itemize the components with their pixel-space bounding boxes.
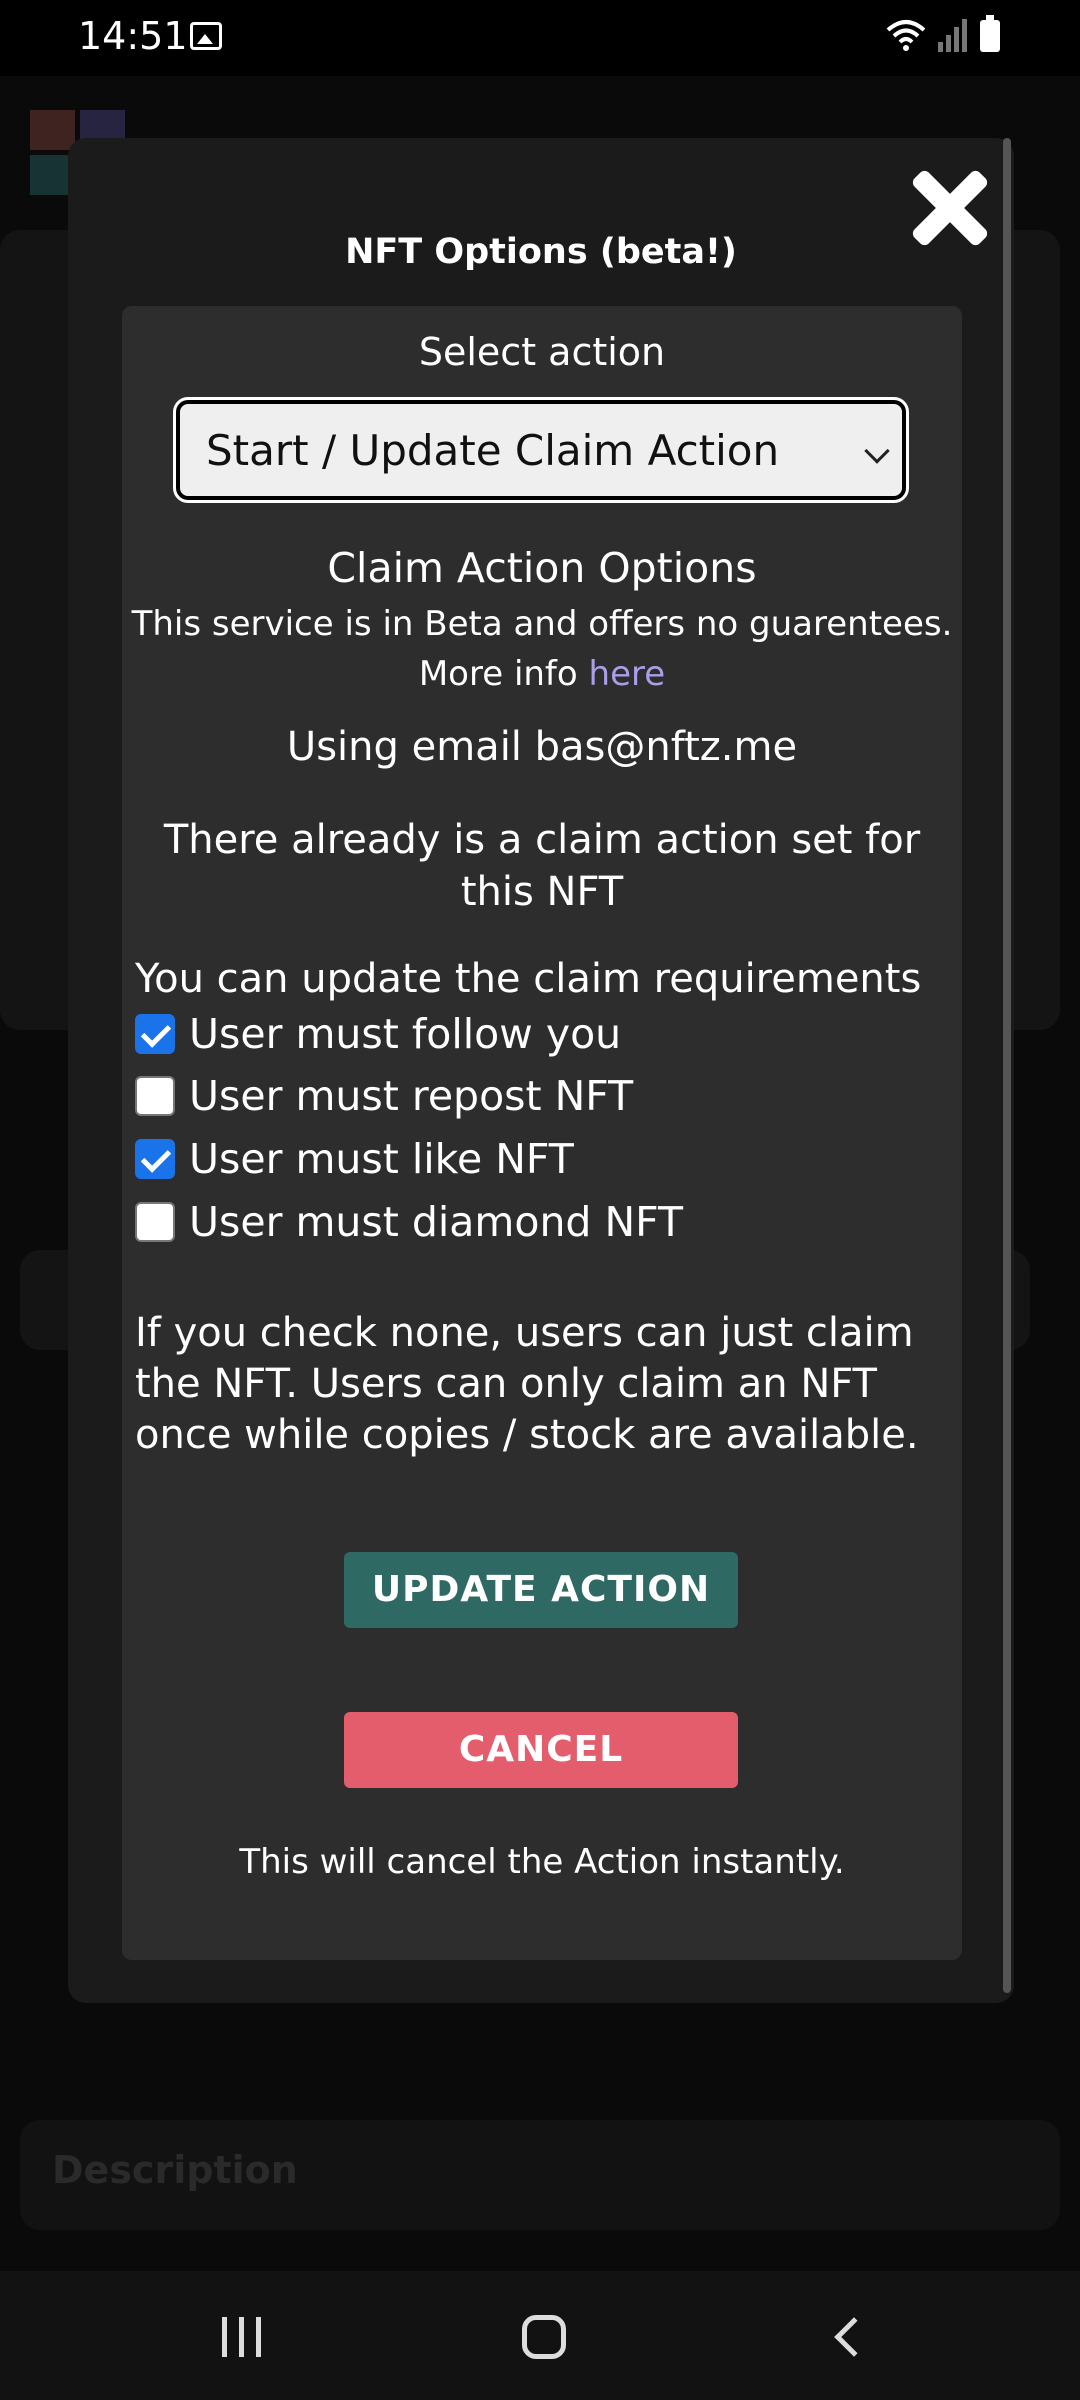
existing-claim-note: There already is a claim action set for … bbox=[163, 817, 921, 915]
description-label: Description bbox=[52, 2148, 298, 2192]
battery-icon bbox=[980, 15, 1000, 52]
email-text: Using email bas@nftz.me bbox=[286, 724, 798, 770]
follow-checkbox[interactable] bbox=[135, 1014, 175, 1054]
back-icon[interactable] bbox=[834, 2317, 874, 2357]
requirement-follow[interactable]: User must follow you bbox=[135, 1006, 621, 1062]
requirement-label: User must like NFT bbox=[189, 1135, 574, 1183]
more-info-link[interactable]: here bbox=[589, 654, 666, 694]
requirement-label: User must follow you bbox=[189, 1010, 622, 1058]
beta-note: This service is in Beta and offers no gu… bbox=[131, 604, 953, 644]
recents-icon[interactable] bbox=[222, 2317, 264, 2357]
modal-scrollbar[interactable] bbox=[1003, 138, 1011, 1993]
requirement-repost[interactable]: User must repost NFT bbox=[135, 1068, 633, 1124]
claim-info-text: If you check none, users can just claim … bbox=[135, 1310, 919, 1458]
modal-title: NFT Options (beta!) bbox=[345, 232, 737, 272]
action-select-value: Start / Update Claim Action bbox=[206, 426, 780, 475]
requirements-heading: You can update the claim requirements bbox=[135, 956, 922, 1002]
signal-icon bbox=[938, 19, 967, 52]
diamond-checkbox[interactable] bbox=[135, 1202, 175, 1242]
section-title: Claim Action Options bbox=[327, 544, 757, 592]
update-action-button[interactable]: UPDATE ACTION bbox=[344, 1552, 738, 1628]
requirement-label: User must repost NFT bbox=[189, 1072, 634, 1120]
requirement-like[interactable]: User must like NFT bbox=[135, 1131, 574, 1187]
status-time: 14:51 bbox=[78, 14, 188, 58]
action-select[interactable]: Start / Update Claim Action bbox=[173, 397, 909, 503]
navigation-bar bbox=[0, 2271, 1080, 2400]
wifi-icon bbox=[886, 20, 926, 51]
cancel-button[interactable]: CANCEL bbox=[344, 1712, 738, 1788]
requirement-diamond[interactable]: User must diamond NFT bbox=[135, 1194, 683, 1250]
chevron-down-icon bbox=[864, 438, 890, 464]
more-info: More info here bbox=[122, 654, 962, 694]
cancel-note: This will cancel the Action instantly. bbox=[239, 1842, 845, 1882]
more-info-prefix: More info bbox=[418, 654, 578, 694]
home-icon[interactable] bbox=[522, 2315, 566, 2359]
image-icon bbox=[190, 22, 222, 50]
repost-checkbox[interactable] bbox=[135, 1076, 175, 1116]
status-bar: 14:51 bbox=[0, 0, 1080, 76]
like-checkbox[interactable] bbox=[135, 1139, 175, 1179]
requirement-label: User must diamond NFT bbox=[189, 1198, 684, 1246]
select-action-label: Select action bbox=[418, 330, 666, 374]
